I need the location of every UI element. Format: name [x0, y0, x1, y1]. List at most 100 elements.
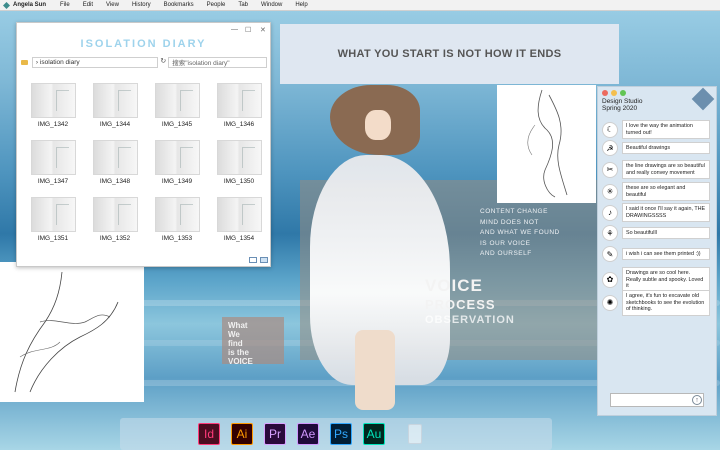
- design-studio-panel: Design Studio Spring 2020 ☾ I love the wa…: [597, 86, 717, 416]
- window-titlebar[interactable]: — ☐ ✕ ISOLATION DIARY: [17, 23, 270, 56]
- close-dot-icon[interactable]: [602, 90, 608, 96]
- after-effects-icon[interactable]: Ae: [297, 423, 319, 445]
- title-observation: OBSERVATION: [425, 314, 515, 326]
- minimize-dot-icon[interactable]: [611, 90, 617, 96]
- chat-message: ✺ I agree, it's fun to excavate old sketc…: [602, 290, 714, 316]
- card-line: What: [228, 321, 248, 330]
- menu-help[interactable]: Help: [295, 2, 307, 8]
- menu-edit[interactable]: Edit: [83, 2, 93, 8]
- file-item[interactable]: IMG_1348: [85, 140, 145, 185]
- send-icon[interactable]: ↑: [692, 395, 702, 405]
- menu-view[interactable]: View: [106, 2, 119, 8]
- file-explorer-window[interactable]: — ☐ ✕ ISOLATION DIARY › isolation diary …: [16, 22, 271, 267]
- avatar[interactable]: ✿: [602, 271, 618, 288]
- audition-icon[interactable]: Au: [363, 423, 385, 445]
- sketch-hands-icon: [14, 271, 119, 393]
- file-item[interactable]: IMG_1346: [209, 83, 269, 128]
- menu-bar: Angela Sun File Edit View History Bookma…: [0, 0, 720, 11]
- image-thumbnail[interactable]: [30, 140, 76, 175]
- illustrator-icon[interactable]: Ai: [231, 423, 253, 445]
- premiere-icon[interactable]: Pr: [264, 423, 286, 445]
- file-name: IMG_1345: [161, 121, 193, 128]
- maximize-icon[interactable]: ☐: [245, 26, 251, 34]
- menu-tab[interactable]: Tab: [238, 2, 248, 8]
- file-item[interactable]: IMG_1353: [147, 197, 207, 242]
- avatar[interactable]: ✺: [602, 294, 618, 311]
- indesign-icon[interactable]: Id: [198, 423, 220, 445]
- file-item[interactable]: IMG_1344: [85, 83, 145, 128]
- file-item[interactable]: IMG_1347: [23, 140, 83, 185]
- image-thumbnail[interactable]: [30, 83, 76, 118]
- avatar[interactable]: ⚘: [602, 225, 618, 241]
- window-controls: [602, 90, 626, 96]
- refresh-icon[interactable]: ↻: [158, 57, 168, 68]
- chat-message: ✂ the line drawings are so beautiful and …: [602, 160, 714, 179]
- menu-history[interactable]: History: [132, 2, 151, 8]
- image-thumbnail[interactable]: [92, 83, 138, 118]
- studio-header: Design Studio Spring 2020: [602, 98, 642, 112]
- image-thumbnail[interactable]: [92, 197, 138, 232]
- image-thumbnail[interactable]: [216, 83, 262, 118]
- file-item[interactable]: IMG_1354: [209, 197, 269, 242]
- chat-message: ⚘ So beautifulll: [602, 225, 714, 241]
- image-thumbnail[interactable]: [154, 83, 200, 118]
- figure-face: [365, 110, 391, 140]
- avatar[interactable]: ✳: [602, 183, 618, 200]
- diamond-logo-icon: [691, 87, 715, 111]
- caption-line: MIND DOES NOT: [480, 218, 539, 226]
- avatar[interactable]: ✎: [602, 246, 618, 262]
- title-voice: VOICE: [425, 276, 483, 295]
- image-thumbnail[interactable]: [216, 140, 262, 175]
- file-item[interactable]: IMG_1350: [209, 140, 269, 185]
- menu-file[interactable]: File: [60, 2, 70, 8]
- image-thumbnail[interactable]: [154, 140, 200, 175]
- file-name: IMG_1349: [161, 178, 193, 185]
- file-name: IMG_1351: [37, 235, 69, 242]
- sketch-image: [497, 85, 596, 203]
- image-thumbnail[interactable]: [92, 140, 138, 175]
- trash-icon[interactable]: [408, 424, 422, 444]
- file-item[interactable]: IMG_1351: [23, 197, 83, 242]
- voice-card: What We find is the VOICE: [222, 317, 284, 366]
- message-text: So beautifulll: [622, 226, 710, 240]
- message-text: these are so elegant and beautiful: [622, 182, 710, 201]
- sketch-figure-icon: [527, 89, 568, 198]
- details-view-icon[interactable]: [249, 257, 257, 263]
- file-item[interactable]: IMG_1352: [85, 197, 145, 242]
- file-name: IMG_1346: [223, 121, 255, 128]
- chat-message: ✿ Drawings are so cool here. Really subtl…: [602, 267, 714, 293]
- file-item[interactable]: IMG_1349: [147, 140, 207, 185]
- maximize-dot-icon[interactable]: [620, 90, 626, 96]
- menu-people[interactable]: People: [207, 2, 226, 8]
- search-input[interactable]: 搜索"isolation diary": [168, 56, 267, 68]
- file-item[interactable]: IMG_1342: [23, 83, 83, 128]
- folder-icon: [21, 59, 28, 65]
- photoshop-icon[interactable]: Ps: [330, 423, 352, 445]
- chat-message: ✎ i wish i can see them printed :)): [602, 246, 714, 262]
- path-field[interactable]: › isolation diary: [31, 56, 159, 68]
- address-bar: › isolation diary ↻ 搜索"isolation diary": [21, 55, 267, 69]
- image-thumbnail[interactable]: [154, 197, 200, 232]
- studio-title: Design Studio: [602, 98, 643, 105]
- tiles-view-icon[interactable]: [260, 257, 268, 263]
- image-thumbnail[interactable]: [30, 197, 76, 232]
- window-title: ISOLATION DIARY: [80, 38, 207, 50]
- chat-message: ✳ these are so elegant and beautiful: [602, 182, 714, 201]
- artwork-title: VOICE PROCESS OBSERVATION: [425, 276, 515, 326]
- app-logo-icon[interactable]: [3, 1, 10, 9]
- avatar[interactable]: ☭: [602, 140, 618, 156]
- chat-input[interactable]: [610, 393, 704, 407]
- user-name[interactable]: Angela Sun: [13, 2, 46, 8]
- card-line: is the: [228, 348, 249, 357]
- menu-bookmarks[interactable]: Bookmarks: [164, 2, 194, 8]
- avatar[interactable]: ✂: [602, 161, 618, 178]
- sketch-image: [0, 262, 144, 402]
- minimize-icon[interactable]: —: [231, 26, 238, 33]
- close-icon[interactable]: ✕: [260, 26, 266, 34]
- image-thumbnail[interactable]: [216, 197, 262, 232]
- avatar[interactable]: ♪: [602, 204, 618, 221]
- message-text: i wish i can see them printed :)): [622, 247, 710, 261]
- file-item[interactable]: IMG_1345: [147, 83, 207, 128]
- avatar[interactable]: ☾: [602, 121, 618, 138]
- menu-window[interactable]: Window: [261, 2, 282, 8]
